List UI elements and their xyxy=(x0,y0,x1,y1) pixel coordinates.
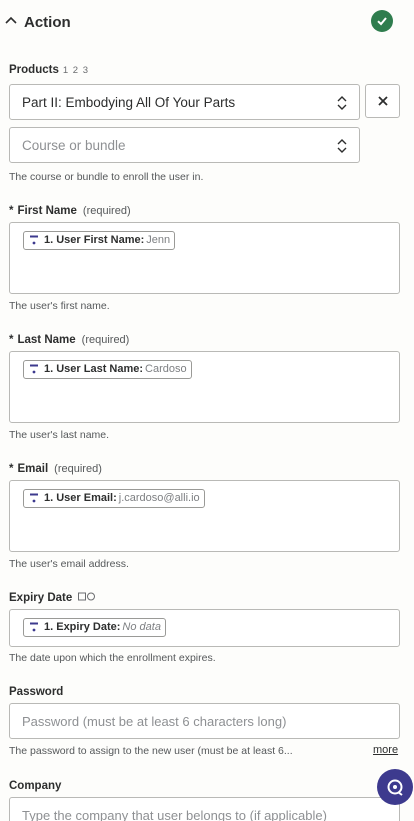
company-placeholder: Type the company that user belongs to (i… xyxy=(22,808,327,821)
last-name-field[interactable]: 1. User Last Name: Cardoso xyxy=(9,351,400,423)
mapped-field-pill[interactable]: 1. Expiry Date: No data xyxy=(23,618,166,637)
password-input[interactable]: Password (must be at least 6 characters … xyxy=(9,703,400,739)
email-label: * Email (required) xyxy=(9,463,102,475)
select-arrows-icon xyxy=(337,96,347,110)
step-hint: 1 2 3 xyxy=(62,65,89,76)
step-icon xyxy=(30,364,38,374)
products-label: Products 1 2 3 xyxy=(9,64,89,76)
clear-products-button[interactable] xyxy=(365,84,400,118)
products-select[interactable]: Part II: Embodying All Of Your Parts xyxy=(9,84,360,120)
first-name-label: * First Name (required) xyxy=(9,205,131,217)
password-label: Password xyxy=(9,686,64,698)
password-help: The password to assign to the new user (… xyxy=(9,745,293,757)
password-placeholder: Password (must be at least 6 characters … xyxy=(22,714,287,729)
check-circle-icon xyxy=(371,10,393,32)
chevron-up-icon[interactable] xyxy=(4,14,18,28)
company-input[interactable]: Type the company that user belongs to (i… xyxy=(9,797,400,821)
expiry-date-help: The date upon which the enrollment expir… xyxy=(9,652,216,664)
step-icon xyxy=(30,622,38,632)
email-help: The user's email address. xyxy=(9,558,129,570)
mapped-field-pill[interactable]: 1. User Email: j.cardoso@alli.io xyxy=(23,489,205,508)
first-name-help: The user's first name. xyxy=(9,300,110,312)
step-icon xyxy=(30,235,38,245)
close-icon xyxy=(377,96,388,106)
section-title: Action xyxy=(24,14,71,31)
course-placeholder: Course or bundle xyxy=(22,138,126,153)
last-name-label: * Last Name (required) xyxy=(9,334,130,346)
select-arrows-icon xyxy=(337,139,347,153)
section-header[interactable]: Action xyxy=(0,0,414,44)
course-select[interactable]: Course or bundle xyxy=(9,127,360,163)
email-field[interactable]: 1. User Email: j.cardoso@alli.io xyxy=(9,480,400,552)
course-help: The course or bundle to enroll the user … xyxy=(9,171,204,183)
expiry-date-label: Expiry Date xyxy=(9,592,96,604)
company-label: Company xyxy=(9,780,62,792)
more-link[interactable]: more xyxy=(373,744,398,756)
support-icon xyxy=(387,779,403,796)
expiry-date-field[interactable]: 1. Expiry Date: No data xyxy=(9,609,400,647)
first-name-field[interactable]: 1. User First Name: Jenn xyxy=(9,222,400,294)
mapped-field-pill[interactable]: 1. User First Name: Jenn xyxy=(23,231,176,250)
help-chat-button[interactable] xyxy=(377,769,413,805)
mapped-field-pill[interactable]: 1. User Last Name: Cardoso xyxy=(23,360,192,379)
step-icon xyxy=(30,493,38,503)
date-type-icon xyxy=(78,592,96,601)
products-selected-value: Part II: Embodying All Of Your Parts xyxy=(22,95,236,110)
last-name-help: The user's last name. xyxy=(9,429,110,441)
